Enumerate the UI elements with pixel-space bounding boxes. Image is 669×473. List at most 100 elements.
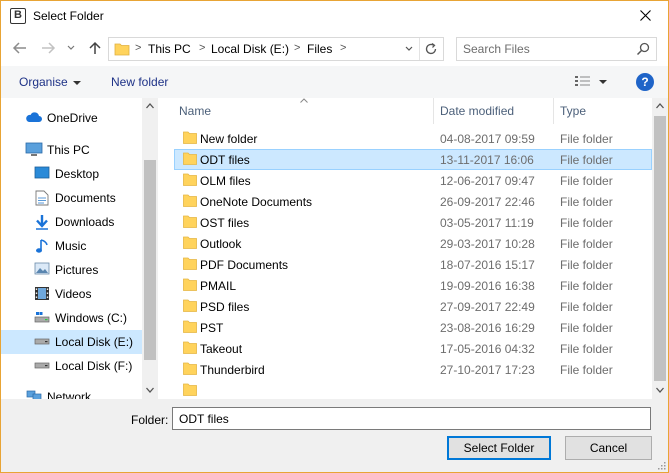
file-name: PMAIL (200, 279, 237, 293)
sidebar-item-network[interactable]: Network (1, 385, 142, 399)
folder-icon (183, 131, 197, 144)
file-row-thunderbird[interactable]: Thunderbird 27-10-2017 17:23 File folder (174, 359, 652, 380)
sidebar-scroll-thumb[interactable] (144, 160, 156, 360)
sidebar-item-this-pc[interactable]: This PC (1, 138, 142, 162)
file-date: 17-05-2016 04:32 (440, 342, 535, 356)
new-folder-button[interactable]: New folder (111, 75, 168, 89)
file-row-ost-files[interactable]: OST files 03-05-2017 11:19 File folder (174, 212, 652, 233)
sidebar-item-label: Music (55, 239, 87, 253)
recent-locations-button[interactable] (67, 40, 77, 58)
address-dropdown-icon[interactable] (405, 42, 413, 56)
sidebar-item-music[interactable]: Music (1, 234, 142, 258)
breadcrumb-this-pc[interactable]: This PC (148, 42, 191, 56)
computer-icon (25, 142, 43, 156)
folder-icon (114, 43, 130, 56)
file-row-pmail[interactable]: PMAIL 19-09-2016 16:38 File folder (174, 275, 652, 296)
forward-button[interactable] (40, 40, 58, 58)
close-button[interactable] (632, 4, 660, 28)
file-type: File folder (560, 342, 613, 356)
sidebar-item-label: Pictures (55, 263, 99, 277)
scroll-up-icon[interactable] (656, 103, 664, 109)
back-button[interactable] (12, 40, 30, 58)
sidebar-item-documents[interactable]: Documents (1, 186, 142, 210)
column-divider[interactable] (433, 98, 434, 124)
file-row-psd-files[interactable]: PSD files 27-09-2017 22:49 File folder (174, 296, 652, 317)
help-button[interactable]: ? (636, 73, 654, 91)
file-row-onenote-documents[interactable]: OneNote Documents 26-09-2017 22:46 File … (174, 191, 652, 212)
sidebar-item-videos[interactable]: Videos (1, 282, 142, 306)
chevron-down-icon (72, 80, 81, 85)
navigation-bar: > This PC > Local Disk (E:) > Files > (1, 32, 668, 66)
sidebar-item-label: Local Disk (E:) (55, 335, 134, 349)
search-box[interactable] (456, 37, 657, 61)
select-folder-button[interactable]: Select Folder (447, 436, 551, 460)
sidebar-item-windows-c[interactable]: Windows (C:) (1, 306, 142, 330)
file-type: File folder (560, 174, 613, 188)
file-type: File folder (560, 279, 613, 293)
file-type: File folder (560, 216, 613, 230)
file-date: 19-09-2016 16:38 (440, 279, 535, 293)
folder-icon (183, 383, 197, 396)
breadcrumb-local-disk[interactable]: Local Disk (E:) (211, 42, 289, 56)
file-name: Takeout (200, 342, 243, 356)
column-header-type[interactable]: Type (560, 104, 586, 118)
column-divider[interactable] (553, 98, 554, 124)
refresh-icon[interactable] (424, 42, 438, 56)
view-options-icon[interactable] (574, 75, 592, 89)
sidebar-item-local-disk-e[interactable]: Local Disk (E:) (1, 330, 142, 354)
file-row-partial[interactable] (174, 380, 652, 399)
download-icon (36, 215, 48, 230)
view-dropdown-icon[interactable] (599, 80, 607, 84)
sidebar-item-onedrive[interactable]: OneDrive (1, 106, 142, 130)
scroll-up-icon[interactable] (146, 103, 154, 109)
column-header-date-modified[interactable]: Date modified (440, 104, 514, 118)
file-type: File folder (560, 321, 613, 335)
file-row-pst[interactable]: PST 23-08-2016 16:29 File folder (174, 317, 652, 338)
scroll-down-icon[interactable] (146, 387, 154, 393)
file-type: File folder (560, 258, 613, 272)
navigation-pane: OneDrive This PC Desktop Documents Downl… (1, 98, 158, 399)
folder-field[interactable] (172, 407, 651, 430)
scroll-down-icon[interactable] (656, 387, 664, 393)
sidebar-item-downloads[interactable]: Downloads (1, 210, 142, 234)
network-icon (26, 390, 42, 399)
file-row-odt-files[interactable]: ODT files 13-11-2017 16:06 File folder (174, 149, 652, 170)
column-header-name[interactable]: Name (179, 104, 211, 118)
sidebar-item-local-disk-f[interactable]: Local Disk (F:) (1, 354, 142, 378)
file-row-takeout[interactable]: Takeout 17-05-2016 04:32 File folder (174, 338, 652, 359)
back-arrow-icon (12, 42, 26, 54)
folder-icon (183, 236, 197, 249)
file-list-scroll-thumb[interactable] (654, 116, 666, 381)
cancel-button[interactable]: Cancel (565, 436, 652, 460)
drive-icon (34, 312, 50, 323)
breadcrumb-separator: > (294, 42, 301, 54)
folder-icon (183, 215, 197, 228)
search-input[interactable] (457, 38, 632, 60)
organise-label: Organise (19, 75, 68, 89)
sidebar-scrollbar[interactable] (142, 98, 158, 399)
file-name: Thunderbird (200, 363, 265, 377)
drive-icon (34, 362, 50, 369)
up-button[interactable] (87, 40, 105, 58)
organise-menu[interactable]: Organise (19, 75, 81, 89)
folder-icon (183, 299, 197, 312)
file-list-scrollbar[interactable] (652, 98, 668, 399)
app-icon: B (10, 8, 26, 24)
file-date: 04-08-2017 09:59 (440, 132, 535, 146)
address-bar[interactable]: > This PC > Local Disk (E:) > Files > (108, 37, 444, 61)
sidebar-item-label: OneDrive (47, 111, 98, 125)
file-row-new-folder[interactable]: New folder 04-08-2017 09:59 File folder (174, 128, 652, 149)
file-row-pdf-documents[interactable]: PDF Documents 18-07-2016 15:17 File fold… (174, 254, 652, 275)
file-row-outlook[interactable]: Outlook 29-03-2017 10:28 File folder (174, 233, 652, 254)
resize-grip-icon[interactable] (656, 460, 666, 470)
file-row-olm-files[interactable]: OLM files 12-06-2017 09:47 File folder (174, 170, 652, 191)
sidebar-item-desktop[interactable]: Desktop (1, 162, 142, 186)
chevron-down-icon (67, 45, 75, 50)
breadcrumb-separator: > (199, 42, 206, 54)
sidebar-item-pictures[interactable]: Pictures (1, 258, 142, 282)
folder-icon (183, 173, 197, 186)
breadcrumb-files[interactable]: Files (307, 42, 332, 56)
sidebar-item-label: Documents (55, 191, 116, 205)
sidebar-item-label: Downloads (55, 215, 115, 229)
folder-icon (183, 194, 197, 207)
